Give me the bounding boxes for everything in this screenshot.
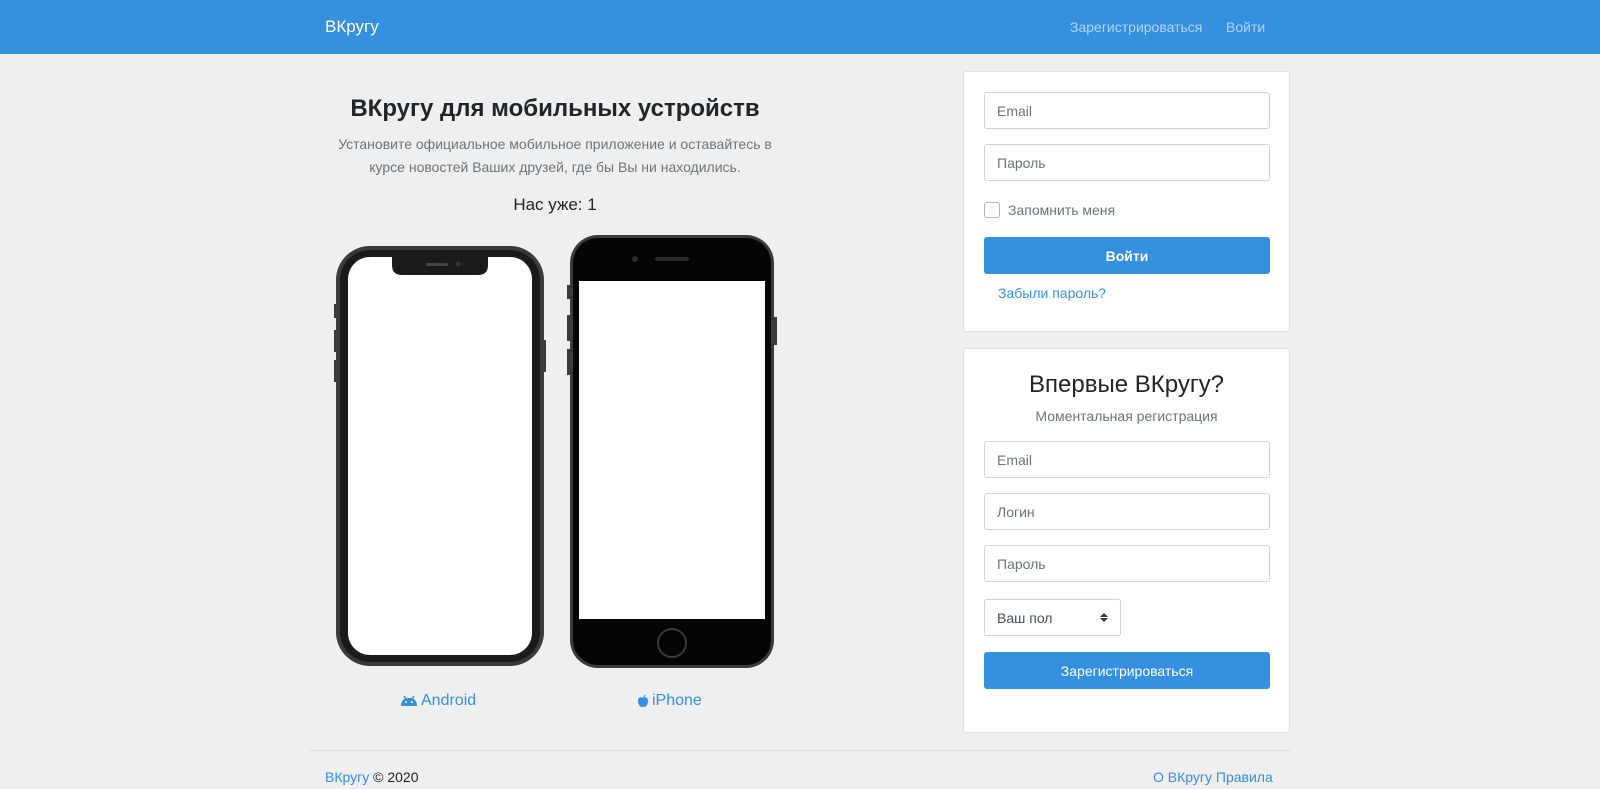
iphone-download-link[interactable]: iPhone xyxy=(637,692,702,710)
select-arrows-icon xyxy=(1100,613,1108,622)
register-title: Впервые ВКругу? xyxy=(1029,371,1224,398)
footer-links: О ВКругу Правила xyxy=(1153,769,1273,785)
forgot-password-link[interactable]: Забыли пароль? xyxy=(998,285,1106,301)
footer-divider xyxy=(310,750,1290,751)
register-card: Впервые ВКругу? Моментальная регистрация… xyxy=(963,348,1290,733)
nav-login-link[interactable]: Войти xyxy=(1226,19,1265,35)
footer-brand-link[interactable]: ВКругу xyxy=(325,769,369,785)
apple-icon xyxy=(638,694,648,707)
android-download-link[interactable]: Android xyxy=(400,692,476,710)
footer-copyright: ВКругу © 2020 xyxy=(325,769,418,785)
gender-select-value: Ваш пол xyxy=(997,609,1053,626)
iphone-image xyxy=(567,235,777,668)
gender-select[interactable]: Ваш пол xyxy=(984,599,1121,636)
login-password-input[interactable] xyxy=(984,144,1270,181)
iphone-link-label: iPhone xyxy=(652,692,702,709)
promo-description: Установите официальное мобильное приложе… xyxy=(338,136,772,175)
remember-me-option[interactable]: Запомнить меня xyxy=(984,202,1115,218)
footer-about-link[interactable]: О ВКругу xyxy=(1153,769,1212,785)
login-email-input[interactable] xyxy=(984,92,1270,129)
register-password-input[interactable] xyxy=(984,545,1270,582)
register-subtitle: Моментальная регистрация xyxy=(1035,408,1218,424)
login-card: Запомнить меня Войти Забыли пароль? xyxy=(963,71,1290,332)
top-navbar: ВКругу Зарегистрироваться Войти xyxy=(0,0,1600,54)
register-login-input[interactable] xyxy=(984,493,1270,530)
android-icon xyxy=(401,695,417,706)
nav-register-link[interactable]: Зарегистрироваться xyxy=(1070,19,1202,35)
android-phone-image xyxy=(334,246,546,666)
register-submit-button[interactable]: Зарегистрироваться xyxy=(984,652,1270,689)
copyright-text: © 2020 xyxy=(373,769,419,785)
login-submit-button[interactable]: Войти xyxy=(984,237,1270,274)
brand-logo-link[interactable]: ВКругу xyxy=(325,17,379,37)
footer-rules-link[interactable]: Правила xyxy=(1216,769,1273,785)
remember-me-checkbox[interactable] xyxy=(984,202,1000,218)
android-link-label: Android xyxy=(421,692,477,709)
remember-me-label: Запомнить меня xyxy=(1008,202,1116,218)
register-email-input[interactable] xyxy=(984,441,1270,478)
promo-title: ВКругу для мобильных устройств xyxy=(350,95,760,122)
users-count: Нас уже: 1 xyxy=(513,195,597,214)
